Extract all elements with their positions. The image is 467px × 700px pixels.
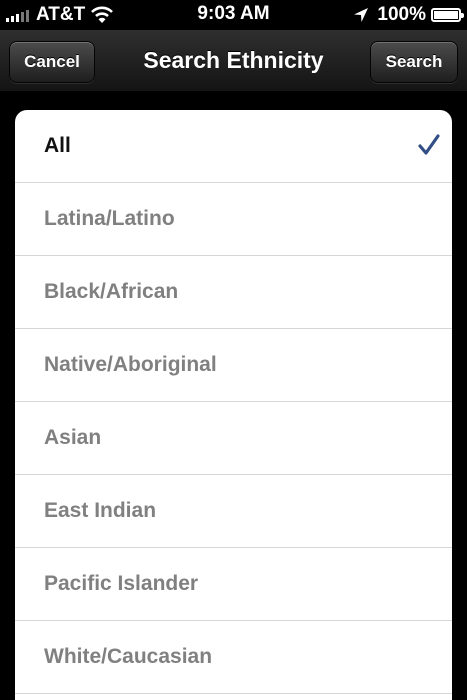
screen: AT&T 9:03 AM 100% Cancel Search Ethnicit…: [0, 0, 467, 700]
list-item[interactable]: Native/Aboriginal: [15, 329, 452, 402]
search-button[interactable]: Search: [370, 41, 458, 83]
list-item[interactable]: All: [15, 110, 452, 183]
list-item-label: All: [44, 134, 71, 157]
list-item[interactable]: White/Caucasian: [15, 621, 452, 694]
location-arrow-icon: [354, 8, 369, 22]
list-item-label: Asian: [44, 426, 102, 449]
list-item[interactable]: Latina/Latino: [15, 183, 452, 256]
list-item-label: East Indian: [44, 499, 157, 522]
list-item[interactable]: Pacific Islander: [15, 548, 452, 621]
status-right: 100%: [353, 4, 464, 26]
list-item-label: Latina/Latino: [44, 207, 175, 230]
list-item-label: Pacific Islander: [44, 572, 199, 595]
ethnicity-list: All Latina/Latino Black/African Native/Abor…: [15, 110, 452, 700]
checkmark-icon: [418, 134, 440, 155]
battery-icon: [431, 8, 464, 22]
list-item[interactable]: East Indian: [15, 475, 452, 548]
list-item-label: Black/African: [44, 280, 179, 303]
battery-percent: 100%: [377, 4, 426, 25]
list-item-label: White/Caucasian: [44, 645, 213, 668]
list-item-label: Native/Aboriginal: [44, 353, 217, 376]
status-bar: AT&T 9:03 AM 100%: [0, 0, 467, 30]
navigation-bar: Cancel Search Ethnicity Search: [0, 30, 467, 92]
battery-fill: [434, 11, 458, 19]
list-item[interactable]: Black/African: [15, 256, 452, 329]
list-item[interactable]: Asian: [15, 402, 452, 475]
